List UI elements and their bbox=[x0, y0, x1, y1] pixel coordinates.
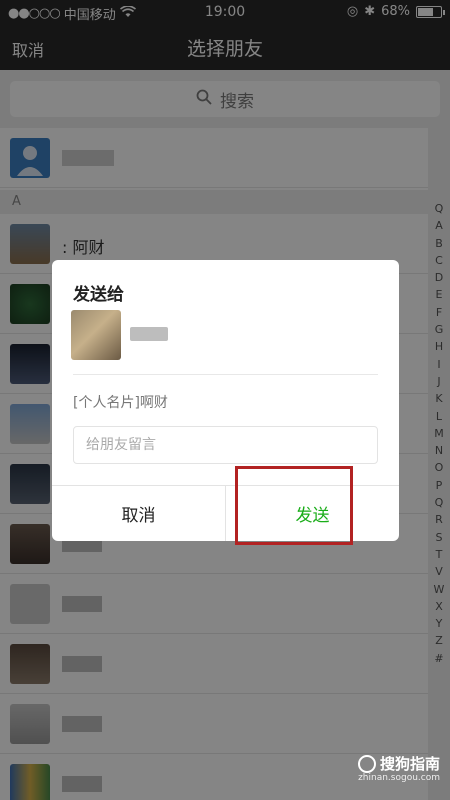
dialog-cancel-button[interactable]: 取消 bbox=[52, 486, 226, 541]
dialog-title: 发送给 bbox=[73, 285, 124, 305]
card-preview-text: [个人名片]啊财 bbox=[73, 395, 168, 411]
highlight-box bbox=[235, 466, 353, 545]
sogou-logo-icon bbox=[357, 754, 376, 773]
watermark: 搜狗指南 zhinan.sogou.com bbox=[357, 753, 440, 783]
message-input[interactable] bbox=[73, 426, 378, 464]
recipient-avatar bbox=[71, 310, 121, 360]
watermark-url: zhinan.sogou.com bbox=[358, 773, 440, 783]
watermark-title: 搜狗指南 bbox=[379, 755, 440, 773]
recipient-name bbox=[130, 327, 168, 341]
dialog-divider bbox=[73, 374, 378, 375]
